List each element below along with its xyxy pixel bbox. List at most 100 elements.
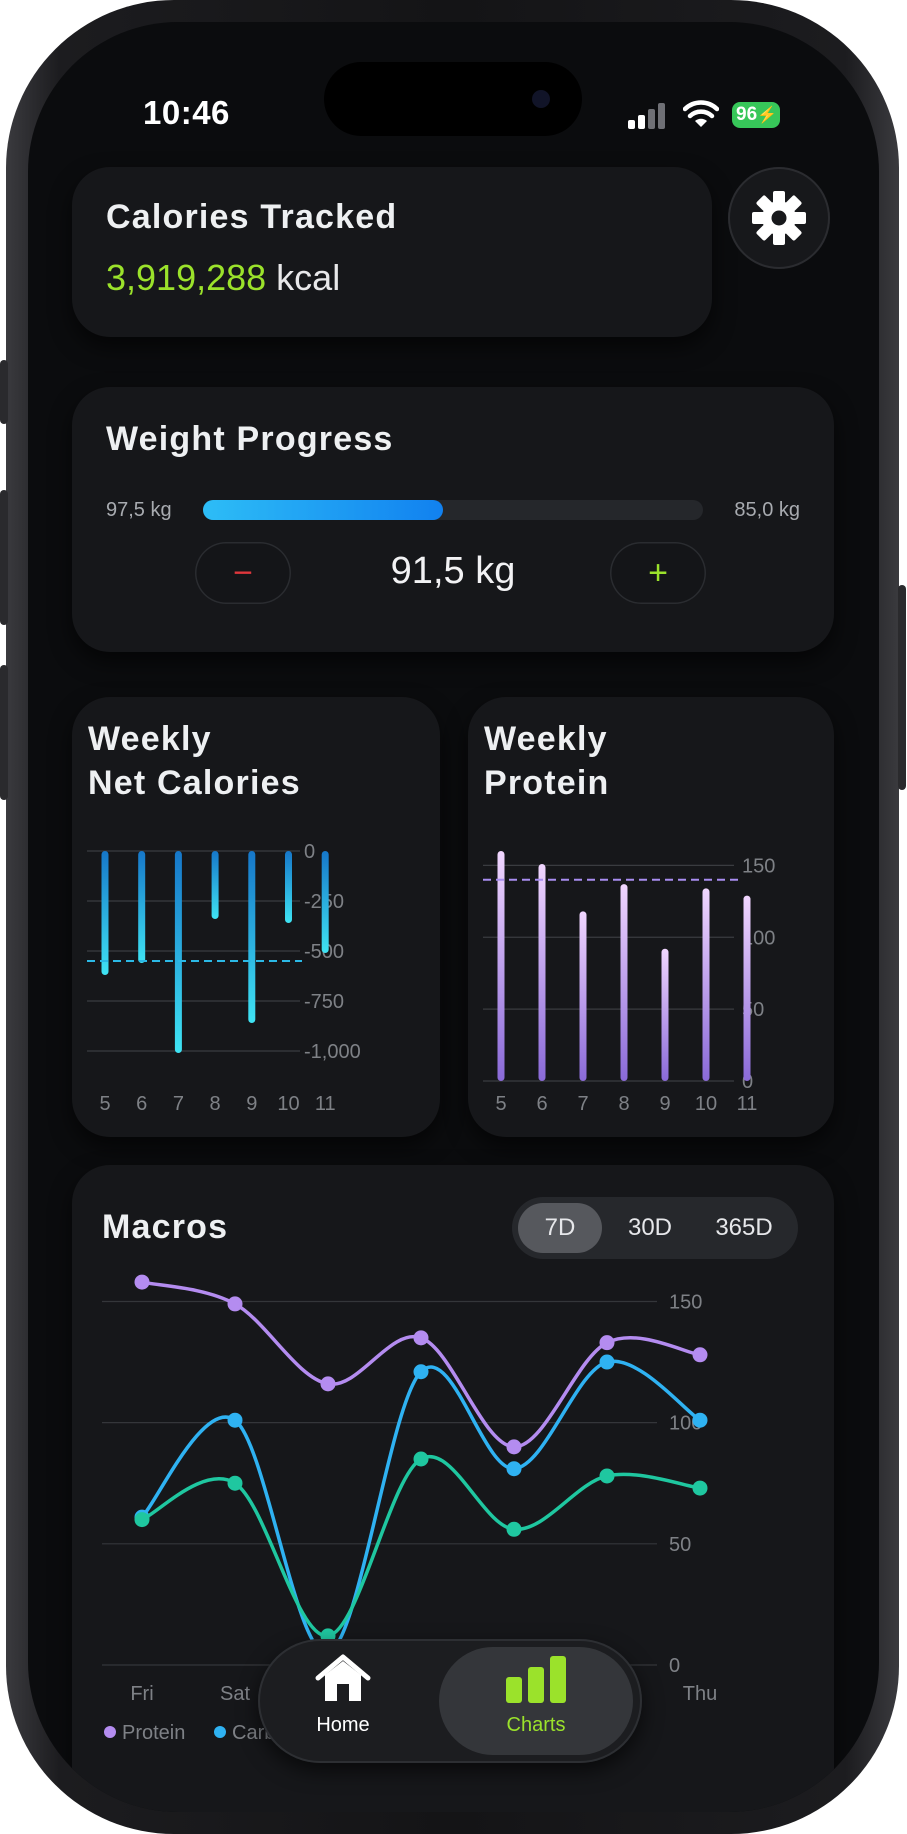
weekly-protein-card: Weekly Protein 0 50 100 150 5 6 7 8 9 10 11 [468, 697, 834, 1137]
net-calories-bar [248, 851, 256, 1023]
macros-protein-point [506, 1439, 522, 1455]
net-calories-bar [138, 851, 146, 963]
current-weight: 91,5 kg [390, 550, 516, 592]
net-calories-bar [321, 851, 329, 953]
macros-fat-line [141, 1454, 701, 1638]
net-calories-xtick: 11 [315, 1093, 336, 1115]
bottom-nav: Home Charts [258, 1639, 642, 1763]
macros-carbs-point [506, 1461, 522, 1477]
protein-chart: 0501001505 6 7 8 9 10 11 [483, 851, 775, 1115]
net-calories-bar [285, 851, 292, 923]
macros-xtick: Sat [220, 1683, 250, 1705]
nav-home-label: Home [316, 1714, 370, 1736]
protein-ytick: 150 [742, 855, 775, 877]
wifi-icon [683, 100, 719, 127]
net-calories-xtick: 7 [173, 1093, 184, 1115]
plus-icon: + [648, 553, 668, 592]
nav-home[interactable]: Home [268, 1653, 418, 1737]
weight-progress-bar [203, 500, 703, 520]
macros-protein-point [599, 1335, 615, 1351]
net-calories-bar [174, 851, 182, 1053]
net-calories-xtick: 9 [246, 1093, 257, 1115]
macros-carbs-point [413, 1364, 429, 1380]
macros-fat-point [506, 1521, 522, 1537]
macros-legend-protein-label: Protein [122, 1722, 185, 1744]
net-calories-xtick: 5 [99, 1093, 110, 1115]
macros-protein-point [692, 1347, 708, 1363]
protein-xtick: 11 [737, 1093, 758, 1115]
battery-icon: 96⚡ [732, 102, 780, 128]
net-calories-xtick: 8 [210, 1093, 221, 1115]
weekly-net-calories-card: Weekly Net Calories 0-250-500-750-1,0005… [72, 697, 440, 1137]
protein-bar [579, 911, 587, 1081]
macros-fat-point [413, 1451, 429, 1467]
home-icon [315, 1654, 371, 1701]
volume-up-button [0, 490, 8, 625]
macros-legend-protein-swatch [104, 1726, 116, 1738]
macros-ytick: 150 [669, 1291, 702, 1313]
net-calories-bar [211, 851, 219, 919]
macros-xtick: Fri [130, 1683, 153, 1705]
calories-number: 3,919,288 [106, 257, 267, 298]
weight-start-label: 97,5 kg [106, 499, 172, 521]
macros-carbs-point [599, 1354, 615, 1370]
increase-weight-button[interactable]: + [610, 542, 706, 604]
battery-level: 96 [736, 104, 758, 125]
net-calories-ytick: 0 [304, 841, 315, 863]
status-time: 10:46 [143, 94, 230, 131]
protein-bar [620, 884, 628, 1081]
camera-icon [532, 90, 550, 108]
protein-bar [661, 948, 669, 1081]
volume-down-button [0, 665, 8, 800]
gear-icon [752, 191, 806, 245]
macros-protein-point [134, 1274, 150, 1290]
macros-fat-point [134, 1512, 150, 1528]
net-calories-ytick: -750 [304, 991, 344, 1013]
phone-frame: 10:46 96⚡ Calories Tracked 3,919,288 kca… [0, 0, 907, 1834]
macros-ytick: 0 [669, 1655, 680, 1677]
app-screen: 10:46 96⚡ Calories Tracked 3,919,288 kca… [28, 22, 879, 1812]
macros-carbs-point [227, 1412, 243, 1428]
net-calories-xtick: 6 [136, 1093, 147, 1115]
nav-charts-label: Charts [506, 1714, 566, 1736]
weight-progress-card: Weight Progress 97,5 kg 85,0 kg − 91,5 k… [72, 387, 834, 652]
macros-xtick: Thu [683, 1683, 717, 1705]
macros-ytick: 50 [669, 1534, 691, 1556]
net-calories-xtick: 10 [277, 1093, 299, 1115]
cellular-signal-icon [628, 103, 665, 129]
weight-goal-label: 85,0 kg [734, 499, 800, 521]
bar-chart-icon [506, 1656, 566, 1703]
charging-bolt-icon: ⚡ [757, 107, 778, 124]
macros-legend-carbs-swatch [214, 1726, 226, 1738]
macros-protein-point [413, 1330, 429, 1346]
protein-xtick: 9 [659, 1093, 670, 1115]
protein-xtick: 7 [577, 1093, 588, 1115]
macros-carbs-point [692, 1412, 708, 1428]
net-calories-ytick: -1,000 [304, 1041, 361, 1063]
nav-charts[interactable]: Charts [461, 1653, 611, 1737]
weight-card-title: Weight Progress [106, 420, 394, 458]
protein-xtick: 5 [495, 1093, 506, 1115]
mute-switch [0, 360, 8, 424]
macros-fat-point [227, 1475, 243, 1491]
macros-fat-point [692, 1480, 708, 1496]
macros-protein-point [320, 1376, 336, 1392]
weight-progress-fill [203, 500, 443, 520]
calories-value: 3,919,288 kcal [106, 257, 340, 299]
protein-bar [702, 888, 710, 1081]
macros-carbs-line [140, 1359, 701, 1655]
protein-bar [538, 863, 546, 1081]
protein-bar [497, 851, 505, 1081]
dynamic-island [324, 62, 582, 136]
calories-unit: kcal [276, 257, 341, 298]
macros-fat-point [599, 1468, 615, 1484]
calories-tracked-card: Calories Tracked 3,919,288 kcal [72, 167, 712, 337]
net-calories-chart: 0-250-500-750-1,000567891011 [87, 841, 361, 1115]
settings-button[interactable] [728, 167, 830, 269]
macros-protein-point [227, 1296, 243, 1312]
power-button [898, 585, 906, 790]
calories-card-title: Calories Tracked [106, 198, 398, 236]
protein-xtick: 8 [618, 1093, 629, 1115]
protein-bar [743, 895, 751, 1081]
net-calories-bar [101, 851, 109, 975]
